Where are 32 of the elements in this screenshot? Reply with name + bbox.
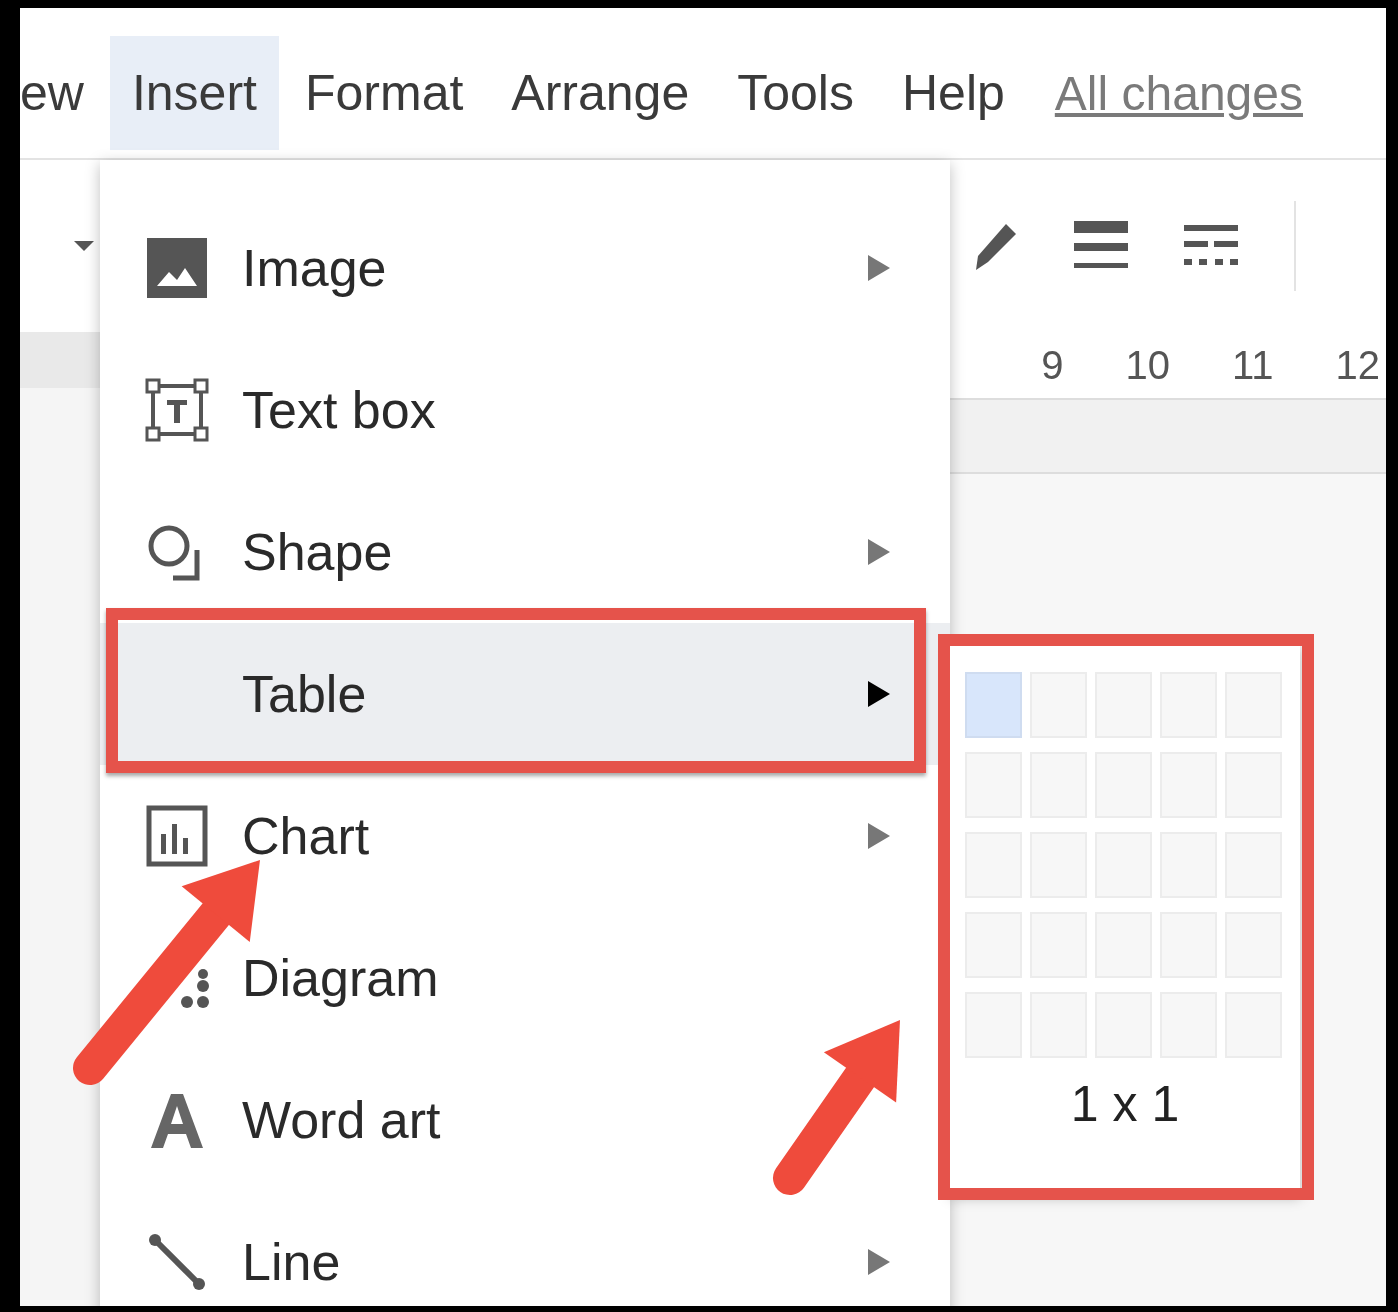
ruler-number: 11 xyxy=(1231,342,1274,388)
ruler-number: 12 xyxy=(1335,342,1380,388)
menu-item-label: Line xyxy=(242,1232,341,1292)
ruler-number: 9 xyxy=(1041,342,1064,388)
line-weight-icon[interactable] xyxy=(1074,221,1128,271)
menu-item-label: Image xyxy=(242,238,387,298)
menu-item-label: Chart xyxy=(242,806,370,866)
ruler-number: 10 xyxy=(1125,342,1170,388)
table-size-label: 1 x 1 xyxy=(1069,1075,1181,1133)
menu-item[interactable]: Shape xyxy=(100,481,950,623)
image-icon xyxy=(145,236,209,300)
menu-bar-item[interactable]: Tools xyxy=(715,36,876,150)
menu-item-label: Text box xyxy=(242,380,436,440)
menu-bar-item[interactable]: Help xyxy=(879,36,1027,150)
menu-item[interactable]: Text box xyxy=(100,339,950,481)
menu-item[interactable]: Line xyxy=(100,1191,950,1306)
dots-icon xyxy=(181,968,209,1008)
menu-bar-item[interactable]: Format xyxy=(283,36,486,150)
menu-item[interactable]: Image xyxy=(100,197,950,339)
text-box-icon xyxy=(145,378,209,442)
menu-item-label: Table xyxy=(242,664,367,724)
menu-bar-item[interactable]: ew xyxy=(20,36,106,150)
menu-bar-item[interactable]: Insert xyxy=(109,36,279,150)
menu-item-label: Shape xyxy=(242,522,393,582)
grid-cell[interactable] xyxy=(965,672,1022,738)
menu-item-label: Word art xyxy=(242,1090,441,1150)
menu-item[interactable]: Table xyxy=(100,623,950,765)
save-status-link[interactable]: All changes xyxy=(1054,65,1303,121)
dropdown-caret-icon[interactable] xyxy=(72,239,96,253)
menu-item-label: Diagram xyxy=(242,948,439,1008)
bar-chart-icon xyxy=(145,804,209,868)
menu-bar-item[interactable]: Arrange xyxy=(489,36,712,150)
